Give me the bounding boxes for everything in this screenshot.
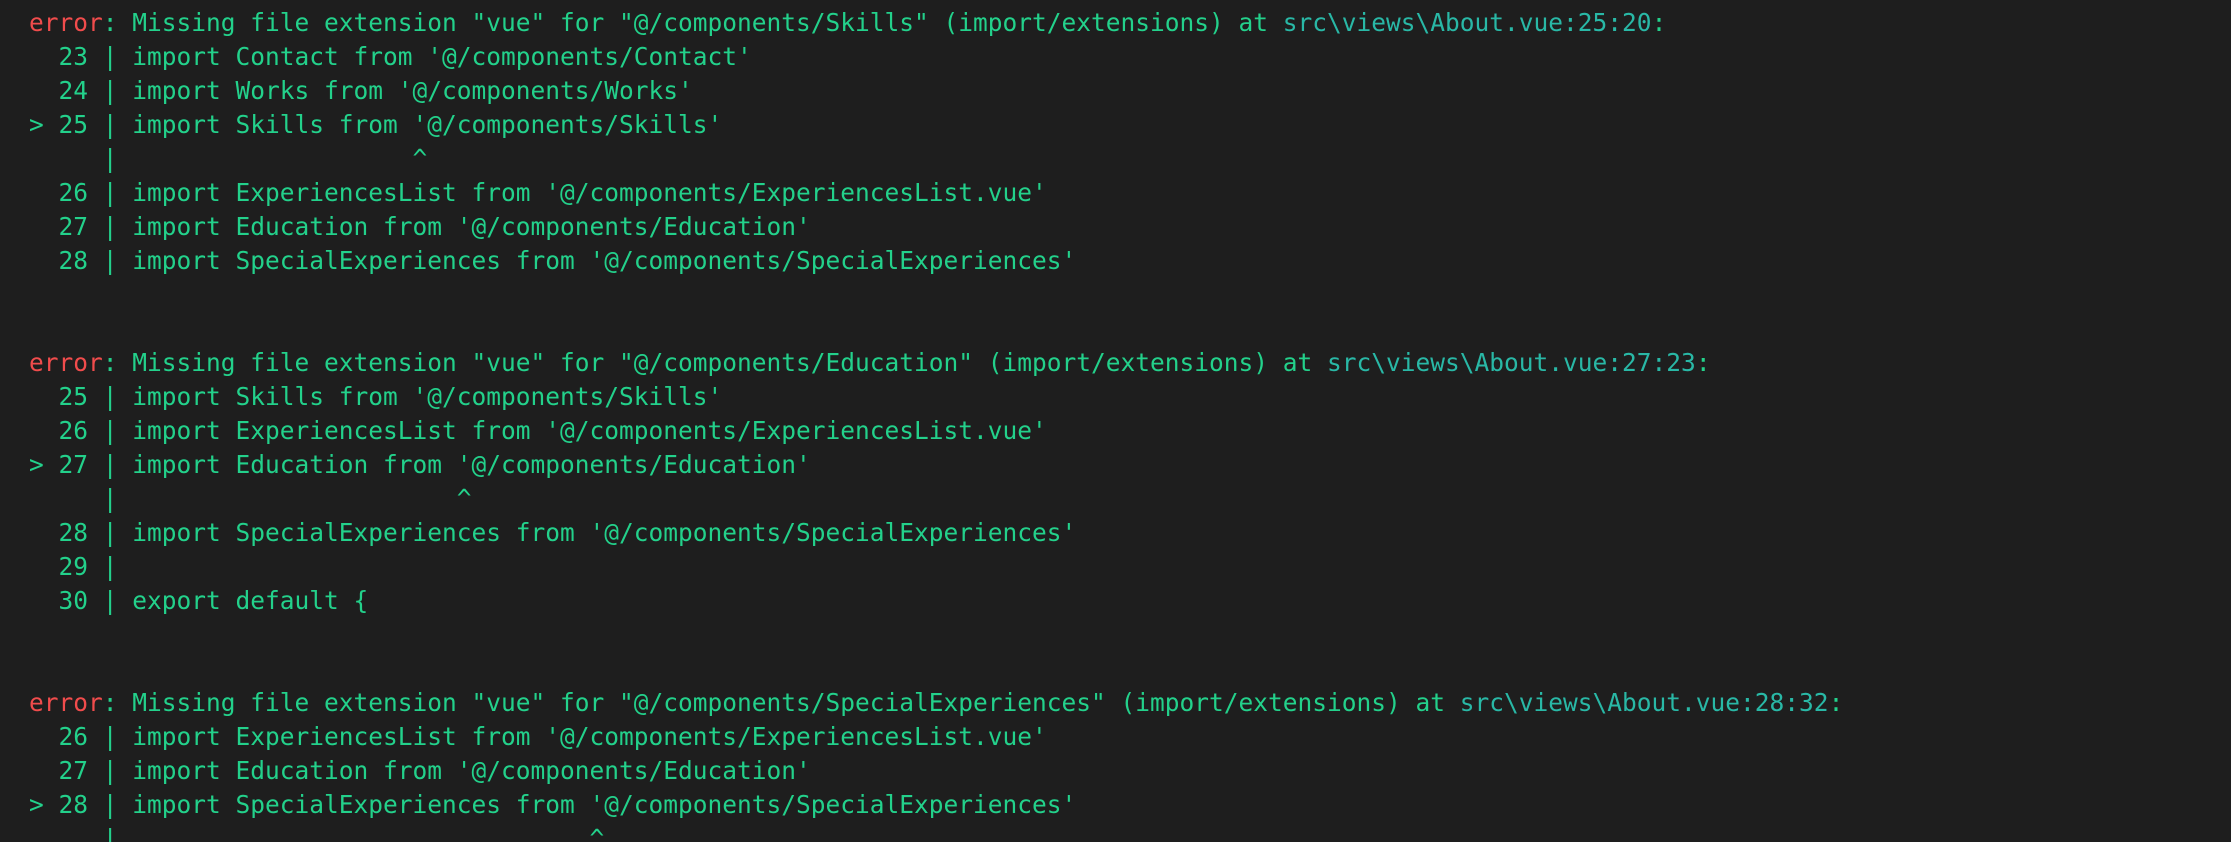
line-code: import SpecialExperiences from '@/compon…: [132, 518, 1077, 547]
code-line: 26 | import ExperiencesList from '@/comp…: [29, 414, 2231, 448]
line-code: export default {: [132, 586, 369, 615]
line-code: import Contact from '@/components/Contac…: [132, 42, 752, 71]
error-suffix: :: [1828, 688, 1844, 717]
line-code: import ExperiencesList from '@/component…: [132, 416, 1047, 445]
line-code: import Skills from '@/components/Skills': [132, 382, 723, 411]
error-suffix: :: [1651, 8, 1667, 37]
line-code: import SpecialExperiences from '@/compon…: [132, 790, 1077, 819]
line-code: import Works from '@/components/Works': [132, 76, 693, 105]
error-location-link[interactable]: src\views\About.vue:27:23: [1327, 348, 1696, 377]
terminal-output[interactable]: error: Missing file extension "vue" for …: [0, 0, 2231, 842]
caret-line: | ^: [29, 142, 2231, 176]
error-label: error: [29, 688, 103, 717]
code-line-highlighted: > 28 | import SpecialExperiences from '@…: [29, 788, 2231, 822]
code-line: 23 | import Contact from '@/components/C…: [29, 40, 2231, 74]
caret-marker: ^: [132, 484, 472, 513]
caret-line: | ^: [29, 482, 2231, 516]
code-line: 25 | import Skills from '@/components/Sk…: [29, 380, 2231, 414]
line-gutter: 28 |: [29, 246, 133, 275]
error-message: : Missing file extension "vue" for "@/co…: [102, 348, 1328, 377]
line-gutter: 27 |: [29, 212, 133, 241]
code-line: 26 | import ExperiencesList from '@/comp…: [29, 176, 2231, 210]
error-location-link[interactable]: src\views\About.vue:25:20: [1283, 8, 1652, 37]
line-code: import SpecialExperiences from '@/compon…: [132, 246, 1077, 275]
code-line: 26 | import ExperiencesList from '@/comp…: [29, 720, 2231, 754]
line-gutter: 26 |: [29, 722, 133, 751]
error-header: error: Missing file extension "vue" for …: [29, 686, 2231, 720]
line-code: import Education from '@/components/Educ…: [132, 450, 811, 479]
error-location-link[interactable]: src\views\About.vue:28:32: [1460, 688, 1829, 717]
error-message: : Missing file extension "vue" for "@/co…: [102, 688, 1460, 717]
line-gutter: > 25 |: [29, 110, 133, 139]
line-gutter: |: [29, 484, 133, 513]
code-line-highlighted: > 25 | import Skills from '@/components/…: [29, 108, 2231, 142]
line-gutter: 27 |: [29, 756, 133, 785]
code-line: 27 | import Education from '@/components…: [29, 754, 2231, 788]
line-gutter: |: [29, 144, 133, 173]
line-gutter: |: [29, 824, 133, 842]
line-gutter: 24 |: [29, 76, 133, 105]
error-label: error: [29, 348, 103, 377]
line-gutter: 23 |: [29, 42, 133, 71]
error-header: error: Missing file extension "vue" for …: [29, 346, 2231, 380]
code-line: 29 |: [29, 550, 2231, 584]
caret-marker: ^: [132, 824, 605, 842]
error-message: : Missing file extension "vue" for "@/co…: [102, 8, 1283, 37]
line-code: import Skills from '@/components/Skills': [132, 110, 723, 139]
line-gutter: > 28 |: [29, 790, 133, 819]
line-gutter: 30 |: [29, 586, 133, 615]
line-code: import Education from '@/components/Educ…: [132, 212, 811, 241]
caret-line: | ^: [29, 822, 2231, 842]
code-line-highlighted: > 27 | import Education from '@/componen…: [29, 448, 2231, 482]
code-line: 24 | import Works from '@/components/Wor…: [29, 74, 2231, 108]
error-block: error: Missing file extension "vue" for …: [29, 686, 2231, 842]
caret-marker: ^: [132, 144, 428, 173]
line-gutter: > 27 |: [29, 450, 133, 479]
error-block: error: Missing file extension "vue" for …: [29, 346, 2231, 618]
code-line: 28 | import SpecialExperiences from '@/c…: [29, 244, 2231, 278]
error-label: error: [29, 8, 103, 37]
error-suffix: :: [1695, 348, 1711, 377]
code-line: 30 | export default {: [29, 584, 2231, 618]
line-code: import ExperiencesList from '@/component…: [132, 722, 1047, 751]
line-code: import Education from '@/components/Educ…: [132, 756, 811, 785]
code-line: 28 | import SpecialExperiences from '@/c…: [29, 516, 2231, 550]
code-line: 27 | import Education from '@/components…: [29, 210, 2231, 244]
line-gutter: 25 |: [29, 382, 133, 411]
line-gutter: 26 |: [29, 416, 133, 445]
error-block: error: Missing file extension "vue" for …: [29, 6, 2231, 278]
error-header: error: Missing file extension "vue" for …: [29, 6, 2231, 40]
line-gutter: 28 |: [29, 518, 133, 547]
line-gutter: 29 |: [29, 552, 133, 581]
line-gutter: 26 |: [29, 178, 133, 207]
line-code: import ExperiencesList from '@/component…: [132, 178, 1047, 207]
